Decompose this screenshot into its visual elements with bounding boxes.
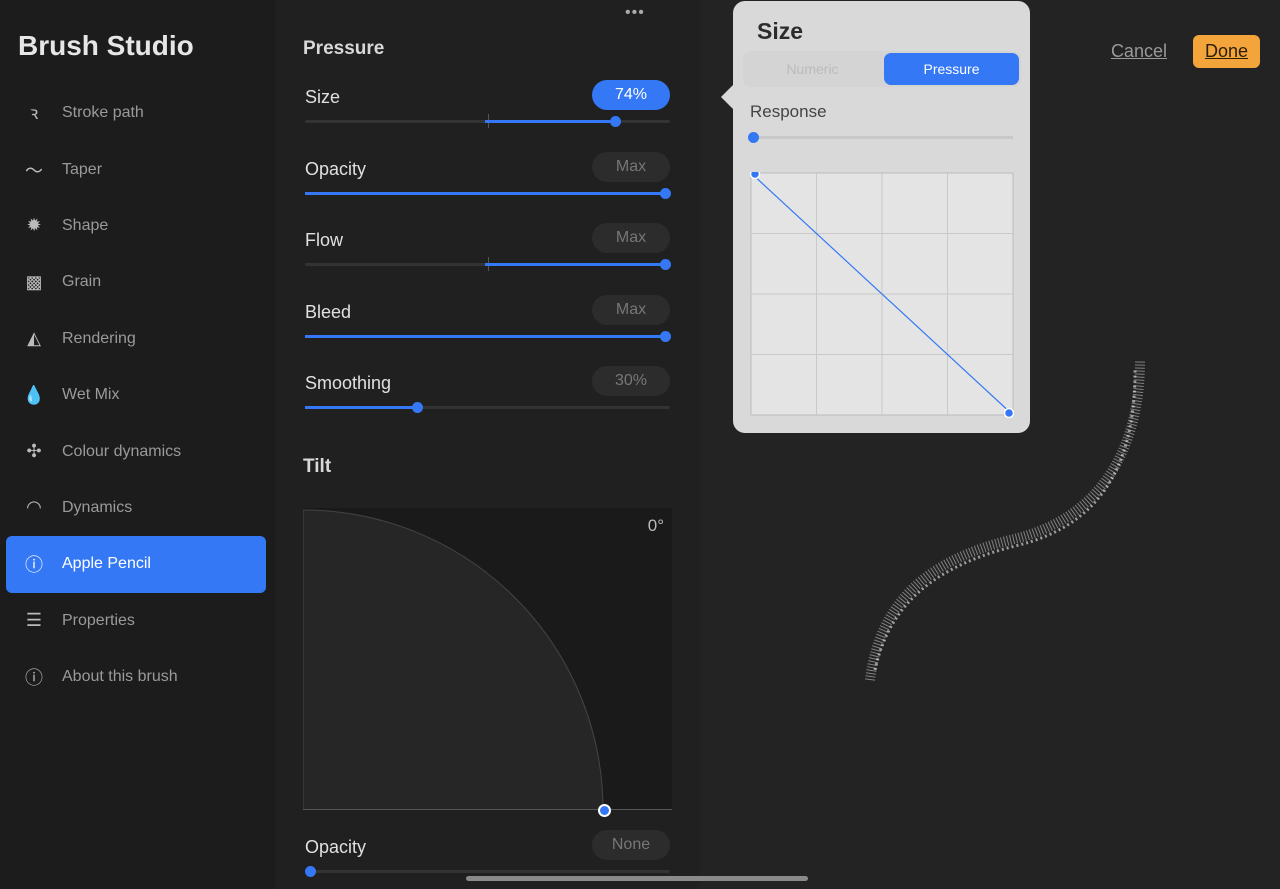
more-options-icon[interactable]: •••: [625, 4, 645, 22]
size-popover: Size Numeric Pressure Response: [721, 1, 1030, 433]
sidebar-item-shape[interactable]: ✹ Shape: [6, 198, 266, 254]
wet-mix-icon: 💧: [22, 384, 46, 405]
sidebar-item-label: Properties: [62, 611, 135, 629]
flow-slider[interactable]: Flow Max: [305, 223, 671, 273]
curve-point[interactable]: [1003, 407, 1014, 418]
sidebar-item-properties[interactable]: ☰ Properties: [6, 593, 266, 649]
sidebar-item-stroke-path[interactable]: ꝛ Stroke path: [6, 85, 266, 141]
app-title: Brush Studio: [18, 30, 194, 61]
mode-segmented-control: Numeric Pressure: [743, 51, 1021, 87]
sidebar-item-label: Wet Mix: [62, 386, 120, 404]
sidebar-item-label: Taper: [62, 160, 103, 178]
stroke-path-icon: ꝛ: [29, 103, 39, 124]
taper-icon: 〜: [25, 160, 43, 181]
slider-label: Smoothing: [305, 373, 392, 393]
sidebar-item-label: Grain: [62, 273, 102, 291]
dynamics-icon: ◠: [26, 497, 42, 518]
sidebar-item-colour-dynamics[interactable]: ✣ Colour dynamics: [6, 423, 266, 479]
segment-pressure[interactable]: Pressure: [884, 53, 1019, 85]
cancel-button[interactable]: Cancel: [1111, 41, 1167, 62]
size-slider[interactable]: Size 74%: [305, 80, 670, 130]
response-slider[interactable]: [748, 132, 1013, 143]
colour-dynamics-icon: ✣: [26, 441, 42, 462]
shape-icon: ✹: [26, 215, 42, 236]
slider-label: Bleed: [305, 301, 352, 322]
pressure-heading: Pressure: [303, 38, 385, 59]
home-indicator: [466, 876, 808, 881]
segment-numeric[interactable]: Numeric: [745, 53, 880, 85]
sidebar-item-about-this-brush[interactable]: ⓘ About this brush: [6, 649, 266, 705]
slider-label: Opacity: [305, 837, 367, 857]
tilt-opacity-slider[interactable]: Opacity None: [305, 830, 670, 880]
rendering-icon: ◭: [27, 328, 41, 349]
tilt-angle: 0°: [647, 516, 664, 535]
slider-value[interactable]: None: [592, 830, 670, 860]
curve-point[interactable]: [750, 172, 761, 180]
info-icon: ⓘ: [25, 668, 43, 689]
sidebar-item-rendering[interactable]: ◭ Rendering: [6, 311, 266, 367]
sidebar-nav: ꝛ Stroke path 〜 Taper ✹ Shape ▩ Grain ◭ Rendering…: [6, 85, 266, 705]
grain-icon: ▩: [25, 271, 43, 292]
smoothing-slider[interactable]: Smoothing 30%: [305, 366, 670, 416]
slider-knob[interactable]: [660, 259, 671, 270]
done-button[interactable]: Done: [1192, 35, 1260, 68]
sidebar-item-label: Shape: [62, 216, 109, 234]
slider-label: Flow: [305, 230, 344, 250]
slider-value[interactable]: 74%: [592, 80, 670, 110]
sidebar-item-wet-mix[interactable]: 💧 Wet Mix: [6, 367, 266, 423]
slider-knob[interactable]: [660, 187, 671, 199]
sidebar-item-label: Apple Pencil: [62, 555, 151, 573]
slider-knob[interactable]: [609, 116, 621, 127]
sidebar-item-grain[interactable]: ▩ Grain: [6, 254, 266, 310]
sidebar-item-label: Dynamics: [62, 498, 133, 516]
slider-label: Opacity: [305, 158, 367, 179]
tilt-heading: Tilt: [303, 456, 332, 477]
sidebar-item-label: Colour dynamics: [62, 442, 182, 460]
slider-knob[interactable]: [305, 866, 316, 877]
pressure-curve-graph[interactable]: [750, 172, 1014, 418]
tilt-graph[interactable]: 0°: [303, 508, 672, 810]
slider-label: Size: [305, 87, 341, 107]
sidebar-item-apple-pencil[interactable]: ⓘ Apple Pencil: [6, 536, 266, 593]
slider-value[interactable]: Max: [592, 223, 670, 253]
bleed-slider[interactable]: Bleed Max: [305, 294, 671, 345]
slider-value[interactable]: Max: [592, 294, 670, 325]
apple-pencil-icon: ⓘ: [25, 555, 43, 576]
popover-title: Size: [757, 18, 804, 44]
sidebar-item-dynamics[interactable]: ◠ Dynamics: [6, 480, 266, 536]
response-label: Response: [750, 102, 827, 121]
response-knob[interactable]: [748, 132, 759, 143]
slider-value[interactable]: 30%: [592, 366, 670, 396]
slider-knob[interactable]: [660, 330, 671, 342]
sidebar: Brush Studio ꝛ Stroke path 〜 Taper ✹ Shape ▩ Gr…: [0, 0, 275, 889]
sidebar-item-label: Stroke path: [62, 104, 144, 122]
slider-knob[interactable]: [411, 402, 423, 413]
sidebar-item-label: About this brush: [62, 668, 178, 686]
properties-icon: ☰: [25, 610, 43, 631]
sidebar-item-taper[interactable]: 〜 Taper: [6, 141, 266, 197]
tilt-handle[interactable]: [598, 804, 611, 817]
opacity-slider[interactable]: Opacity Max: [305, 151, 671, 202]
slider-value[interactable]: Max: [592, 151, 670, 182]
tilt-arc: [303, 509, 604, 810]
sidebar-item-label: Rendering: [62, 329, 136, 347]
